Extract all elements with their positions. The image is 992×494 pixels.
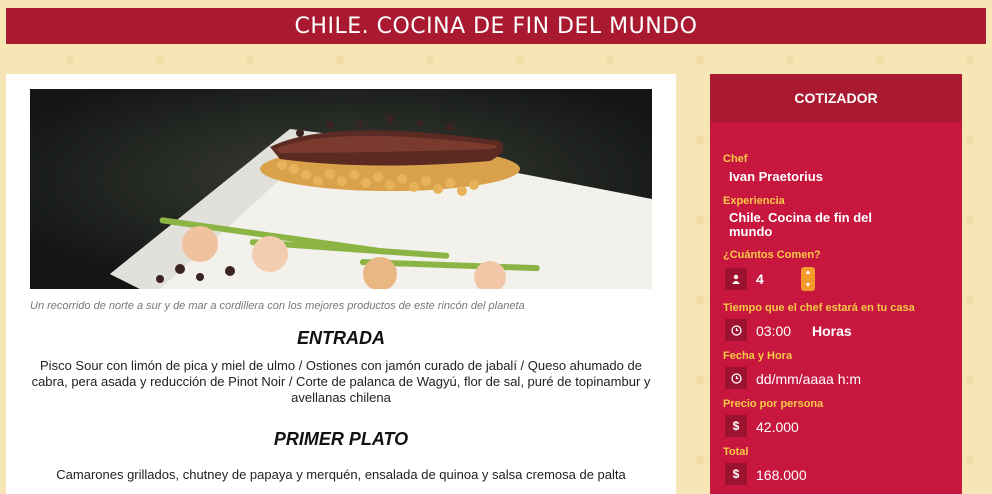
date-label: Fecha y Hora — [723, 350, 793, 362]
section-title-entrada: ENTRADA — [297, 328, 385, 348]
chef-value: Ivan Praetorius — [729, 169, 823, 184]
guests-input[interactable]: 4 — [756, 271, 764, 287]
dish-illustration — [30, 89, 652, 289]
guests-stepper[interactable]: ▲ ▼ — [801, 267, 815, 291]
total-value: 168.000 — [756, 467, 807, 483]
experience-content: Un recorrido de norte a sur y de mar a c… — [6, 74, 676, 494]
page-title: CHILE. COCINA DE FIN DEL MUNDO — [294, 13, 698, 39]
chef-label: Chef — [723, 153, 748, 165]
section-body-entrada: Pisco Sour con limón de pica y miel de u… — [31, 358, 651, 405]
dish-photo — [30, 89, 652, 289]
price-value: 42.000 — [756, 419, 799, 435]
total-label: Total — [723, 446, 749, 458]
section-title-primer-plato: PRIMER PLATO — [273, 429, 409, 449]
experience-value: Chile. Cocina de fin del mundo — [729, 210, 873, 239]
section-body-primer-plato: Camarones grillados, chutney de papaya y… — [56, 467, 626, 482]
price-label: Precio por persona — [723, 398, 824, 410]
dollar-icon: $ — [725, 415, 747, 437]
guests-label: ¿Cuántos Comen? — [723, 249, 821, 261]
user-icon — [725, 268, 747, 290]
site-header: CHILE. COCINA DE FIN DEL MUNDO — [6, 8, 986, 44]
dollar-icon: $ — [725, 463, 747, 485]
time-label: Tiempo que el chef estará en tu casa — [723, 302, 915, 314]
quote-calculator: COTIZADOR Chef Ivan Praetorius Experienc… — [710, 74, 962, 494]
quoter-header: COTIZADOR — [710, 74, 962, 122]
time-input[interactable]: 03:00 — [756, 323, 791, 339]
date-input[interactable]: dd/mm/aaaa h:m — [756, 371, 861, 387]
clock-icon — [725, 367, 747, 389]
clock-icon — [725, 319, 747, 341]
experience-label: Experiencia — [723, 195, 785, 207]
time-unit: Horas — [812, 323, 852, 339]
chevron-down-icon[interactable]: ▼ — [805, 282, 812, 289]
chevron-up-icon[interactable]: ▲ — [805, 269, 812, 276]
photo-caption: Un recorrido de norte a sur y de mar a c… — [30, 300, 525, 312]
quoter-title: COTIZADOR — [794, 90, 878, 106]
